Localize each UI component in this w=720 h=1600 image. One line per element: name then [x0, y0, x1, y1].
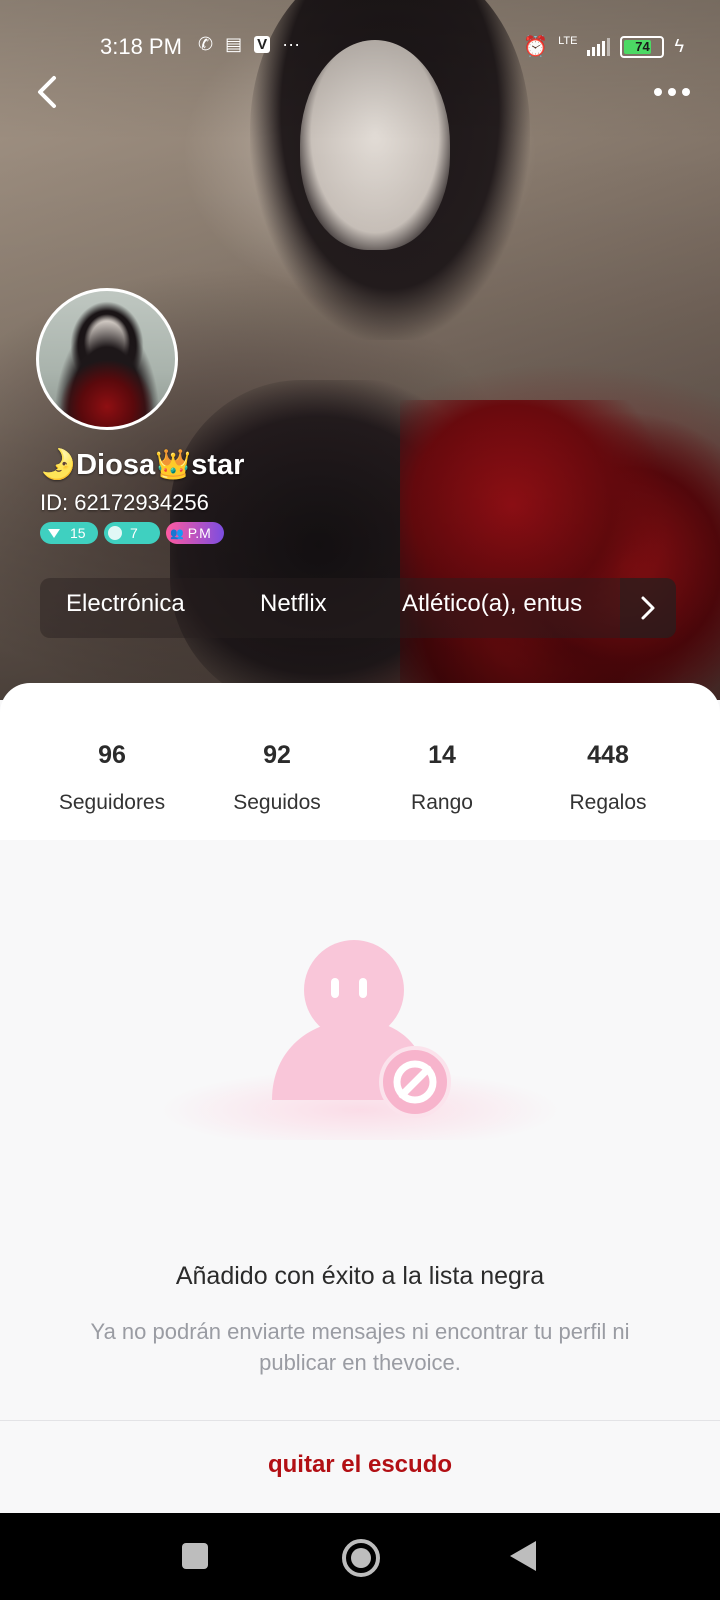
- gem-icon: [108, 526, 122, 540]
- blocked-state: Añadido con éxito a la lista negra Ya no…: [0, 840, 720, 1420]
- back-button[interactable]: [36, 74, 72, 114]
- app-v-icon: V: [254, 36, 271, 53]
- group-icon: 👥: [170, 527, 184, 540]
- group-badge[interactable]: 👥 P.M: [166, 522, 224, 544]
- message-icon: ▤: [225, 34, 243, 54]
- group-badge-label: P.M: [187, 525, 211, 541]
- gem-badge[interactable]: 7: [104, 522, 160, 544]
- more-horizontal-icon: [654, 88, 662, 96]
- stat-label: Rango: [411, 791, 473, 814]
- level-badge-value: 15: [70, 525, 86, 541]
- stat-label: Seguidores: [58, 791, 166, 814]
- interests-more-button[interactable]: [620, 578, 676, 638]
- interest-tag[interactable]: Netflix: [260, 590, 327, 618]
- blocked-description: Ya no podrán enviarte mensajes ni encont…: [90, 1319, 630, 1375]
- battery-icon: 74: [620, 35, 665, 58]
- signal-icon: [587, 37, 611, 56]
- home-icon[interactable]: [342, 1539, 380, 1577]
- stat-value: 92: [263, 741, 291, 769]
- chevron-left-icon: [38, 76, 56, 108]
- interests-bar: Electrónica Netflix Atlético(a), entus: [40, 578, 676, 638]
- more-dots-icon: ···: [282, 34, 301, 54]
- stat-value: 448: [587, 741, 629, 769]
- blocked-user-icon: [160, 940, 560, 1140]
- more-dot: [682, 88, 690, 96]
- stat-label: Regalos: [569, 791, 647, 814]
- charging-icon: ϟ: [674, 36, 684, 56]
- stat-label: Seguidos: [233, 791, 321, 814]
- chevron-right-icon: [641, 596, 655, 620]
- interest-tag[interactable]: Electrónica: [66, 590, 185, 618]
- status-system-icons: ⏰ LTE 74 ϟ: [523, 34, 684, 59]
- gem-badge-value: 7: [130, 525, 138, 541]
- blocked-title: Añadido con éxito a la lista negra: [175, 1262, 545, 1290]
- network-type: LTE: [558, 34, 578, 47]
- top-navigation: [0, 70, 720, 120]
- back-triangle-icon[interactable]: [510, 1541, 536, 1571]
- more-options-button[interactable]: [650, 80, 694, 104]
- profile-badges: 15 7 👥 P.M: [40, 522, 224, 544]
- action-bar: quitar el escudo: [0, 1421, 720, 1513]
- profile-id: ID: 62172934256: [40, 490, 209, 515]
- more-dot: [668, 88, 676, 96]
- system-navigation-bar: [0, 1513, 720, 1600]
- status-notification-icons: ✆ ▤ V ···: [198, 34, 300, 55]
- missed-call-icon: ✆: [198, 34, 214, 54]
- avatar[interactable]: [36, 288, 178, 430]
- status-time: 3:18 PM: [100, 34, 182, 59]
- remove-shield-button[interactable]: quitar el escudo: [0, 1451, 720, 1479]
- level-triangle-icon: [48, 528, 60, 538]
- level-badge[interactable]: 15: [40, 522, 98, 544]
- profile-stats: 96 Seguidores 92 Seguidos 14 Rango 448 R…: [0, 683, 720, 840]
- stat-value: 96: [98, 741, 126, 769]
- battery-level: 74: [635, 39, 650, 54]
- interest-tag[interactable]: Atlético(a), entus: [402, 590, 612, 618]
- profile-name: 🌛Diosa👑star: [40, 449, 245, 481]
- stat-value: 14: [428, 741, 456, 769]
- alarm-icon: ⏰: [523, 36, 549, 58]
- status-bar: 3:18 PM ✆ ▤ V ··· ⏰ LTE 74 ϟ: [0, 26, 720, 66]
- recent-apps-icon[interactable]: [182, 1543, 208, 1569]
